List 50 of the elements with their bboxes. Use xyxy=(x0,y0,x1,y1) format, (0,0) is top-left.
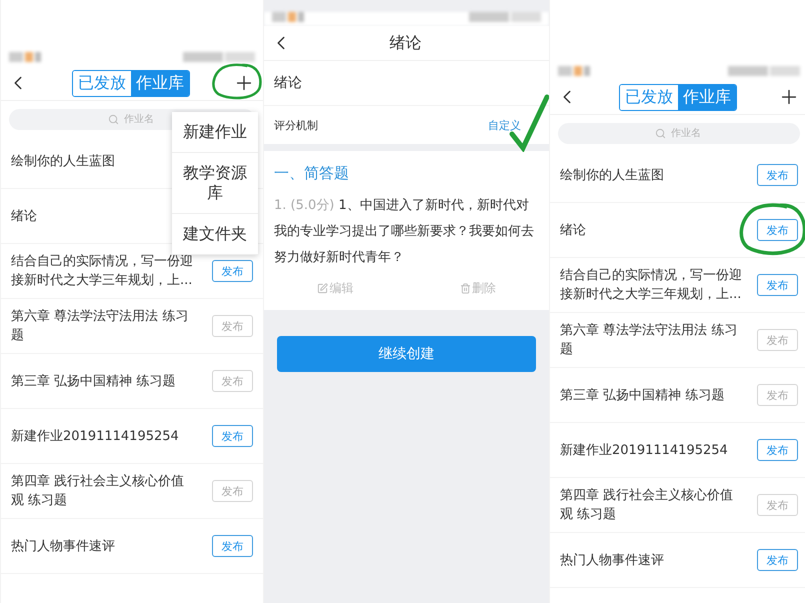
publish-button[interactable]: 发布 xyxy=(757,164,798,186)
assignment-title: 第三章 弘扬中国精神 练习题 xyxy=(11,372,176,390)
hand-drawn-checkmark xyxy=(509,94,549,152)
publish-button[interactable]: 发布 xyxy=(757,549,798,571)
menu-item[interactable]: 建文件夹 xyxy=(172,214,258,255)
publish-button[interactable]: 发布 xyxy=(212,425,253,447)
assignment-title: 第六章 尊法学法守法用法 练习题 xyxy=(11,308,190,345)
assignment-title: 结合自己的实际情况，写一份迎接新时代之大学三年规划，上... xyxy=(560,267,743,304)
publish-button[interactable]: 发布 xyxy=(757,439,798,461)
search-field[interactable]: 作业名 xyxy=(558,123,800,144)
scoring-value-link[interactable]: 自定义 xyxy=(488,118,521,132)
assignment-title: 热门人物事件速评 xyxy=(11,538,116,556)
assignment-title: 第四章 践行社会主义核心价值观 练习题 xyxy=(11,473,186,510)
page-title: 绪论 xyxy=(388,32,422,54)
search-icon xyxy=(655,128,666,139)
publish-button[interactable]: 发布 xyxy=(757,219,798,241)
question-text: 1. (5.0分) 1、中国进入了新时代，新时代对我的专业学习提出了哪些新要求？我要如何去努力做好新时代青年？ xyxy=(274,197,535,267)
publish-button[interactable]: 发布 xyxy=(212,480,253,502)
menu-item[interactable]: 新建作业 xyxy=(172,112,258,153)
delete-button[interactable]: 删除 xyxy=(454,279,502,298)
edit-button[interactable]: 编辑 xyxy=(311,279,360,298)
assignment-name: 绪论 xyxy=(274,74,302,92)
publish-button[interactable]: 发布 xyxy=(757,494,798,516)
publish-button[interactable]: 发布 xyxy=(757,274,798,296)
tab[interactable]: 作业库 xyxy=(678,84,736,110)
assignment-title: 绘制你的人生蓝图 xyxy=(11,152,116,170)
trash-icon xyxy=(460,283,471,294)
publish-button[interactable]: 发布 xyxy=(212,370,253,392)
tab[interactable]: 作业库 xyxy=(131,70,189,96)
edit-icon xyxy=(317,283,328,294)
assignment-title: 新建作业20191114195254 xyxy=(560,442,729,460)
assignment-title: 结合自己的实际情况，写一份迎接新时代之大学三年规划，上... xyxy=(11,253,194,290)
publish-button[interactable]: 发布 xyxy=(757,384,798,406)
assignment-title: 热门人物事件速评 xyxy=(560,552,665,570)
menu-item[interactable]: 教学资源库 xyxy=(172,153,258,214)
assignment-title: 第六章 尊法学法守法用法 练习题 xyxy=(560,322,738,359)
search-icon xyxy=(108,114,119,125)
assignment-title: 绪论 xyxy=(560,222,587,240)
publish-button[interactable]: 发布 xyxy=(212,535,253,557)
publish-button[interactable]: 发布 xyxy=(757,329,798,351)
scoring-label: 评分机制 xyxy=(274,118,318,132)
publish-button[interactable]: 发布 xyxy=(212,315,253,337)
assignment-title: 绘制你的人生蓝图 xyxy=(560,166,665,184)
continue-create-button[interactable]: 继续创建 xyxy=(277,336,536,372)
assignment-title: 第三章 弘扬中国精神 练习题 xyxy=(560,386,726,404)
assignment-title: 绪论 xyxy=(11,208,38,226)
publish-button[interactable]: 发布 xyxy=(212,260,253,282)
assignment-title: 新建作业20191114195254 xyxy=(11,428,180,446)
assignment-title: 第四章 践行社会主义核心价值观 练习题 xyxy=(560,487,734,524)
section-title: 一、简答题 xyxy=(274,164,349,182)
